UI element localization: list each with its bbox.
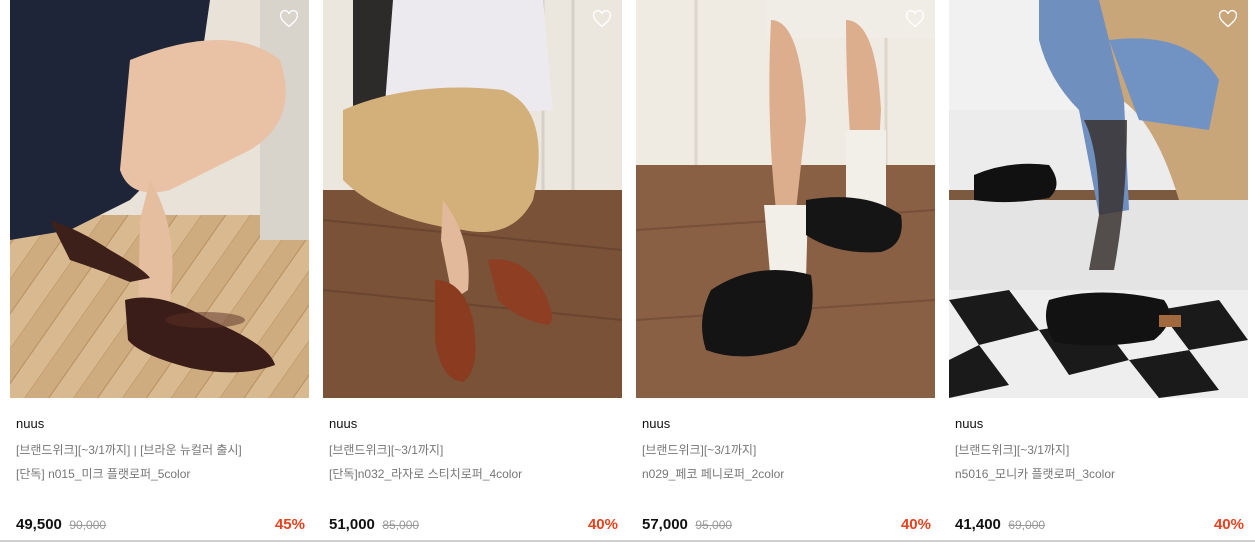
product-name[interactable]: [단독] n015_미크 플랫로퍼_5color: [16, 465, 190, 482]
price-row: 51,000 85,000 40%: [329, 516, 622, 534]
product-promo[interactable]: [브랜드위크][~3/1까지] | [브라운 뉴컬러 출시]: [16, 441, 242, 458]
discount-rate: 40%: [900, 516, 931, 533]
product-brand[interactable]: nuus: [642, 416, 670, 431]
product-image[interactable]: [10, 0, 309, 398]
product-name[interactable]: n5016_모니카 플랫로퍼_3color: [955, 465, 1115, 482]
product-promo[interactable]: [브랜드위크][~3/1까지]: [642, 441, 756, 458]
sale-price: 51,000: [329, 516, 375, 533]
discount-rate: 45%: [274, 516, 305, 533]
product-name[interactable]: n029_페코 페니로퍼_2color: [642, 465, 784, 482]
product-brand[interactable]: nuus: [16, 416, 44, 431]
price-row: 49,500 90,000 45%: [16, 516, 309, 534]
sale-price: 57,000: [642, 516, 688, 533]
wishlist-heart-icon[interactable]: [1218, 9, 1238, 29]
original-price: 69,000: [1008, 518, 1046, 532]
sale-price: 49,500: [16, 516, 62, 533]
product-card[interactable]: nuus [브랜드위크][~3/1까지] n5016_모니카 플랫로퍼_3col…: [949, 0, 1248, 542]
price-row: 57,000 95,000 40%: [642, 516, 935, 534]
discount-rate: 40%: [587, 516, 618, 533]
product-name[interactable]: [단독]n032_라자로 스티치로퍼_4color: [329, 465, 522, 482]
price-row: 41,400 69,000 40%: [955, 516, 1248, 534]
original-price: 85,000: [382, 518, 420, 532]
product-image[interactable]: [949, 0, 1248, 398]
product-promo[interactable]: [브랜드위크][~3/1까지]: [329, 441, 443, 458]
product-photo: [323, 0, 622, 398]
original-price: 90,000: [69, 518, 107, 532]
product-promo[interactable]: [브랜드위크][~3/1까지]: [955, 441, 1069, 458]
product-card[interactable]: nuus [브랜드위크][~3/1까지] [단독]n032_라자로 스티치로퍼_…: [323, 0, 622, 542]
product-photo: [10, 0, 309, 398]
product-photo: [636, 0, 935, 398]
wishlist-heart-icon[interactable]: [279, 9, 299, 29]
product-card[interactable]: nuus [브랜드위크][~3/1까지] | [브라운 뉴컬러 출시] [단독]…: [10, 0, 309, 542]
product-brand[interactable]: nuus: [955, 416, 983, 431]
product-image[interactable]: [636, 0, 935, 398]
original-price: 95,000: [695, 518, 733, 532]
discount-rate: 40%: [1213, 516, 1244, 533]
product-image[interactable]: [323, 0, 622, 398]
wishlist-heart-icon[interactable]: [592, 9, 612, 29]
product-card[interactable]: nuus [브랜드위크][~3/1까지] n029_페코 페니로퍼_2color…: [636, 0, 935, 542]
wishlist-heart-icon[interactable]: [905, 9, 925, 29]
product-brand[interactable]: nuus: [329, 416, 357, 431]
product-photo: [949, 0, 1248, 398]
sale-price: 41,400: [955, 516, 1001, 533]
product-grid: nuus [브랜드위크][~3/1까지] | [브라운 뉴컬러 출시] [단독]…: [0, 0, 1255, 542]
